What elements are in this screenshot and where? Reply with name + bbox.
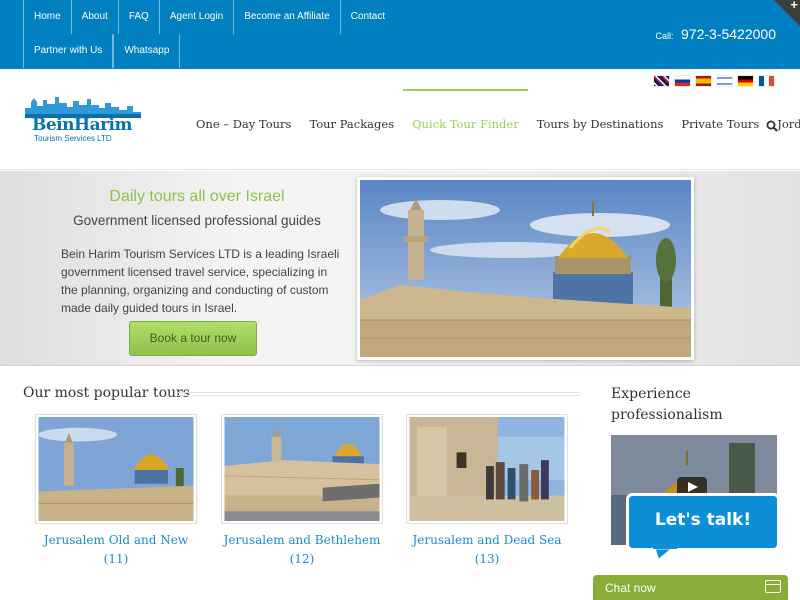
nav-tour-packages[interactable]: Tour Packages [300, 89, 403, 149]
nav-private-tours[interactable]: Private Tours [672, 89, 768, 149]
hero-subtitle: Government licensed professional guides [73, 213, 321, 228]
phone-number[interactable]: 972-3-5422000 [681, 26, 776, 42]
search-icon[interactable] [766, 120, 778, 132]
nav-quick-tour-finder[interactable]: Quick Tour Finder [403, 89, 528, 149]
tour-image-old-and-new[interactable] [35, 414, 197, 524]
popular-tours-heading: Our most popular tours [23, 385, 190, 401]
russia-flag-icon[interactable] [675, 76, 690, 86]
logo[interactable]: BeinHarim Tourism Services LTD [23, 94, 143, 143]
top-link-contact[interactable]: Contact [339, 0, 395, 34]
sidebar-heading: Experience professionalism [611, 386, 723, 423]
top-bar: Home About FAQ Agent Login Become an Aff… [0, 0, 800, 69]
top-link-faq[interactable]: FAQ [117, 0, 159, 34]
dome-of-the-rock-photo [360, 180, 691, 357]
logo-name: BeinHarim [32, 115, 132, 135]
tour-card[interactable]: Jerusalem and Dead Sea (13) [406, 414, 568, 569]
tour-link-old-and-new[interactable]: Jerusalem Old and New (11) [35, 531, 197, 569]
tour-card[interactable]: Jerusalem and Bethlehem (12) [221, 414, 383, 569]
israel-flag-icon[interactable] [717, 76, 732, 86]
chat-window-icon [765, 580, 781, 593]
tour-link-bethlehem[interactable]: Jerusalem and Bethlehem (12) [221, 531, 383, 569]
call-info: Call: 972-3-5422000 [656, 26, 776, 44]
top-links: Home About FAQ Agent Login Become an Aff… [23, 0, 473, 68]
lets-talk-bubble[interactable]: Let's talk! [626, 493, 780, 561]
top-link-about[interactable]: About [70, 0, 118, 34]
section-divider [178, 392, 580, 396]
top-link-partner[interactable]: Partner with Us [23, 34, 114, 68]
nav-one-day-tours[interactable]: One – Day Tours [187, 89, 300, 149]
hero-title: Daily tours all over Israel [109, 188, 285, 205]
chat-now-label: Chat now [605, 581, 656, 595]
tour-image-bethlehem[interactable] [221, 414, 383, 524]
main-nav: One – Day Tours Tour Packages Quick Tour… [187, 89, 800, 131]
top-link-agent-login[interactable]: Agent Login [158, 0, 233, 34]
hero-description: Bein Harim Tourism Services LTD is a lea… [61, 247, 340, 315]
call-label: Call: [655, 31, 674, 41]
nav-tours-by-destinations[interactable]: Tours by Destinations [528, 89, 673, 149]
top-link-become-affiliate[interactable]: Become an Affiliate [233, 0, 339, 34]
jerusalem-hero-image [357, 177, 694, 360]
tour-link-dead-sea[interactable]: Jerusalem and Dead Sea (13) [406, 531, 568, 569]
uk-flag-icon[interactable] [654, 76, 669, 86]
tour-image-dead-sea[interactable] [406, 414, 568, 524]
spain-flag-icon[interactable] [696, 76, 711, 86]
germany-flag-icon[interactable] [738, 76, 753, 86]
plus-icon[interactable]: + [790, 0, 798, 13]
chat-now-bar[interactable]: Chat now [593, 575, 788, 600]
book-tour-button[interactable]: Book a tour now [129, 321, 257, 356]
lets-talk-label: Let's talk! [654, 510, 752, 530]
top-link-home[interactable]: Home [23, 0, 71, 34]
header: BeinHarim Tourism Services LTD One – Day… [0, 69, 800, 170]
language-flags [654, 76, 774, 86]
hero-banner: Daily tours all over Israel Government l… [0, 171, 800, 366]
tour-card[interactable]: Jerusalem Old and New (11) [35, 414, 197, 569]
top-link-whatsapp[interactable]: Whatsapp [113, 34, 181, 68]
nav-jordan-tours[interactable]: Jordan Tours [768, 89, 800, 149]
page: Home About FAQ Agent Login Become an Aff… [0, 0, 800, 600]
logo-subtitle: Tourism Services LTD [34, 134, 112, 143]
france-flag-icon[interactable] [759, 76, 774, 86]
